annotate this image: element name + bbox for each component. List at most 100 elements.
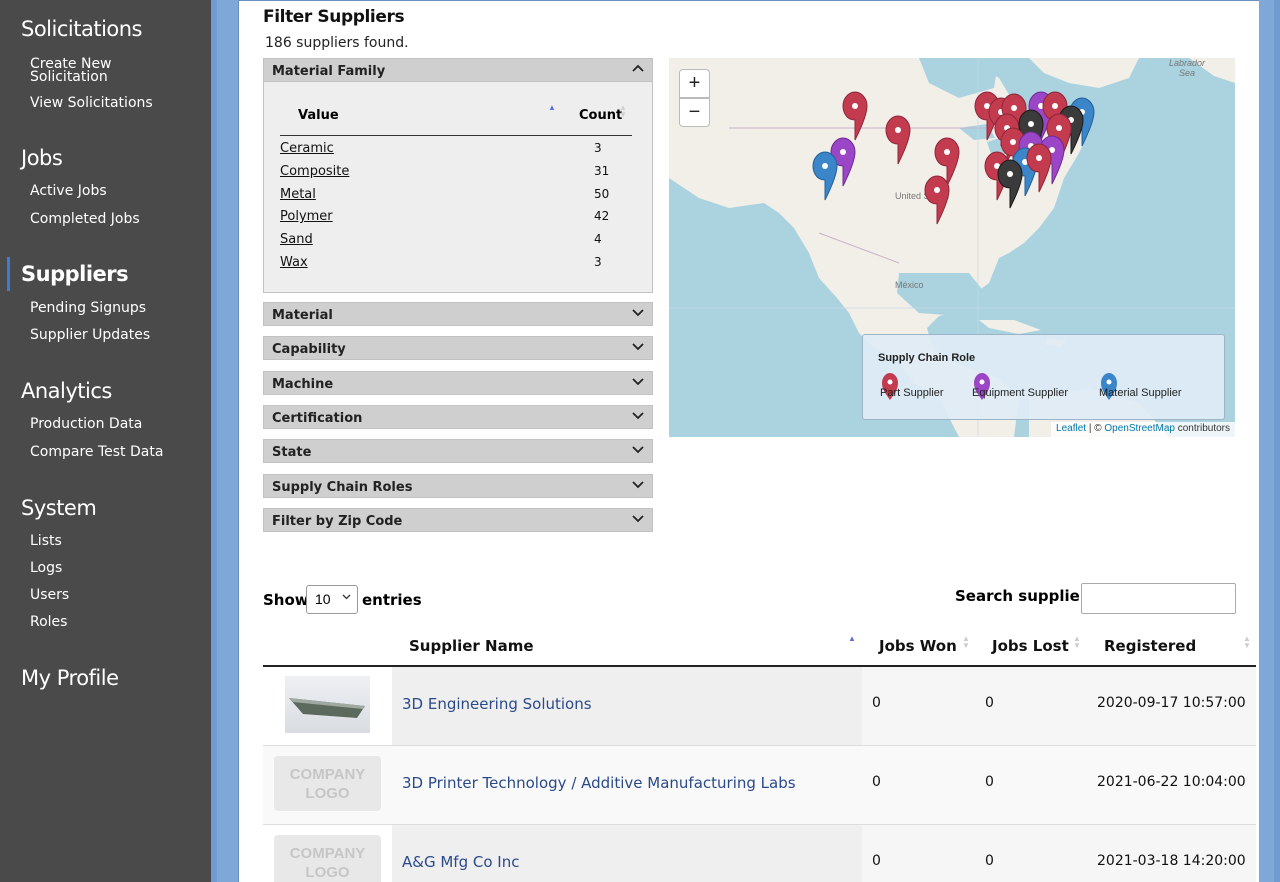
accordion-label: Material Family [272, 64, 386, 79]
accordion-material[interactable]: Material [263, 302, 653, 326]
sidebar-item-production-data[interactable]: Production Data [30, 417, 142, 431]
sidebar-section-my-profile[interactable]: My Profile [21, 666, 119, 690]
sidebar: Solicitations Create New Solicitation Vi… [0, 0, 211, 882]
zoom-out-button[interactable]: − [679, 98, 710, 127]
logo-cell: COMPANY LOGO [263, 825, 392, 882]
accordion-label: Material [272, 308, 333, 323]
sidebar-section-suppliers[interactable]: Suppliers [21, 262, 129, 286]
material-family-row[interactable]: Metal 50 [280, 182, 632, 205]
material-family-value-link[interactable]: Polymer [280, 209, 333, 224]
legend-item-part-supplier: Part Supplier [880, 372, 944, 400]
sidebar-item-active-jobs[interactable]: Active Jobs [30, 184, 107, 198]
sidebar-item-view-solicitations[interactable]: View Solicitations [30, 96, 153, 110]
map-marker[interactable] [997, 159, 1023, 209]
material-family-row[interactable]: Composite 31 [280, 159, 632, 182]
column-header-jobs-lost[interactable]: Jobs Lost [992, 637, 1069, 655]
sidebar-item-lists[interactable]: Lists [30, 534, 62, 548]
material-family-count: 4 [594, 232, 602, 247]
sidebar-item-users[interactable]: Users [30, 588, 69, 602]
sidebar-item-roles[interactable]: Roles [30, 615, 67, 629]
column-header-count[interactable]: Count [579, 108, 622, 123]
accordion-label: Capability [272, 342, 346, 357]
column-header-registered[interactable]: Registered [1104, 637, 1196, 655]
column-header-supplier-name[interactable]: Supplier Name [409, 637, 534, 655]
material-family-value-link[interactable]: Metal [280, 187, 316, 202]
entries-label: entries [362, 591, 422, 609]
sort-asc-icon: ▲ [548, 103, 556, 112]
sidebar-item-completed-jobs[interactable]: Completed Jobs [30, 212, 140, 226]
accordion-certification[interactable]: Certification [263, 405, 653, 429]
zoom-in-button[interactable]: + [679, 69, 710, 98]
legend-label: Material Supplier [1099, 387, 1182, 399]
accordion-supply-chain-roles[interactable]: Supply Chain Roles [263, 474, 653, 498]
material-family-value-link[interactable]: Wax [280, 255, 308, 270]
accordion-machine[interactable]: Machine [263, 371, 653, 395]
map-marker[interactable] [924, 175, 950, 225]
sidebar-section-system[interactable]: System [21, 496, 97, 520]
table-row[interactable]: 3D Engineering Solutions 0 0 2020-09-17 … [263, 667, 1256, 746]
chevron-down-icon [632, 511, 644, 528]
material-family-count: 3 [594, 141, 602, 155]
registered-value: 2021-03-18 14:20:00 [1097, 853, 1246, 869]
accordion-capability[interactable]: Capability [263, 336, 653, 360]
column-header-value[interactable]: Value [298, 108, 339, 123]
jobs-won-value: 0 [872, 853, 881, 869]
attribution-separator: | © [1086, 423, 1105, 434]
sidebar-item-label: Solicitation [30, 69, 108, 85]
chevron-down-icon [632, 442, 644, 459]
osm-link[interactable]: OpenStreetMap [1104, 423, 1175, 434]
chevron-up-icon [632, 61, 644, 78]
material-family-value-link[interactable]: Composite [280, 164, 349, 179]
material-family-row[interactable]: Polymer 42 [280, 204, 632, 227]
chevron-down-icon [632, 408, 644, 425]
company-logo-placeholder: COMPANY LOGO [274, 756, 381, 811]
supplier-name-link[interactable]: 3D Engineering Solutions [402, 695, 592, 713]
material-family-row[interactable]: Sand 4 [280, 227, 632, 250]
material-family-count: 31 [594, 163, 610, 178]
material-family-value-link[interactable]: Sand [280, 232, 313, 247]
supplier-map[interactable]: United States México Labrador Sea + − Su… [669, 58, 1235, 437]
map-marker[interactable] [842, 91, 868, 141]
sidebar-item-pending-signups[interactable]: Pending Signups [30, 301, 146, 315]
supplier-name-link[interactable]: A&G Mfg Co Inc [402, 853, 519, 871]
sidebar-section-jobs[interactable]: Jobs [21, 146, 63, 170]
map-marker[interactable] [885, 115, 911, 165]
map-legend: Supply Chain Role Part Supplier Equipmen… [862, 334, 1225, 420]
sidebar-item-compare-test-data[interactable]: Compare Test Data [30, 445, 163, 459]
map-marker[interactable] [812, 151, 838, 201]
chevron-down-icon [342, 592, 351, 604]
legend-item-equipment-supplier: Equipment Supplier [972, 372, 1068, 400]
accordion-zip-code[interactable]: Filter by Zip Code [263, 508, 653, 532]
table-row[interactable]: COMPANY LOGO A&G Mfg Co Inc 0 0 2021-03-1… [263, 825, 1256, 882]
sidebar-item-supplier-updates[interactable]: Supplier Updates [30, 328, 150, 342]
supplier-name-link[interactable]: 3D Printer Technology / Additive Manufac… [402, 774, 796, 792]
accordion-material-family[interactable]: Material Family [263, 58, 653, 82]
entries-select[interactable]: 10 [306, 585, 358, 614]
sort-icon: ▲ ▼ [962, 634, 970, 650]
search-input[interactable] [1081, 583, 1236, 614]
sidebar-section-solicitations[interactable]: Solicitations [21, 17, 143, 41]
sidebar-item-create-solicitation[interactable]: Create New Solicitation [30, 57, 112, 85]
jobs-won-value: 0 [872, 774, 881, 790]
leaflet-link[interactable]: Leaflet [1056, 423, 1086, 434]
legend-label: Part Supplier [880, 387, 944, 399]
legend-item-material-supplier: Material Supplier [1099, 372, 1182, 400]
jobs-lost-value: 0 [985, 774, 994, 790]
results-count: 186 suppliers found. [265, 35, 409, 51]
sort-icon: ▲ ▼ [1073, 634, 1081, 650]
company-logo-placeholder: COMPANY LOGO [274, 835, 381, 882]
accordion-state[interactable]: State [263, 439, 653, 463]
material-family-row[interactable]: Wax 3 [280, 250, 632, 273]
material-family-value-link[interactable]: Ceramic [280, 141, 334, 156]
sidebar-section-analytics[interactable]: Analytics [21, 379, 112, 403]
sidebar-item-logs[interactable]: Logs [30, 561, 62, 575]
table-row[interactable]: COMPANY LOGO 3D Printer Technology / Addi… [263, 746, 1256, 825]
jobs-won-value: 0 [872, 695, 881, 711]
legend-title: Supply Chain Role [878, 352, 976, 364]
chevron-down-icon [632, 305, 644, 322]
active-indicator [7, 257, 10, 291]
material-family-row[interactable]: Ceramic 3 [280, 136, 632, 159]
accordion-label: Certification [272, 411, 363, 426]
column-header-jobs-won[interactable]: Jobs Won [879, 637, 957, 655]
show-label: Show [263, 591, 309, 609]
